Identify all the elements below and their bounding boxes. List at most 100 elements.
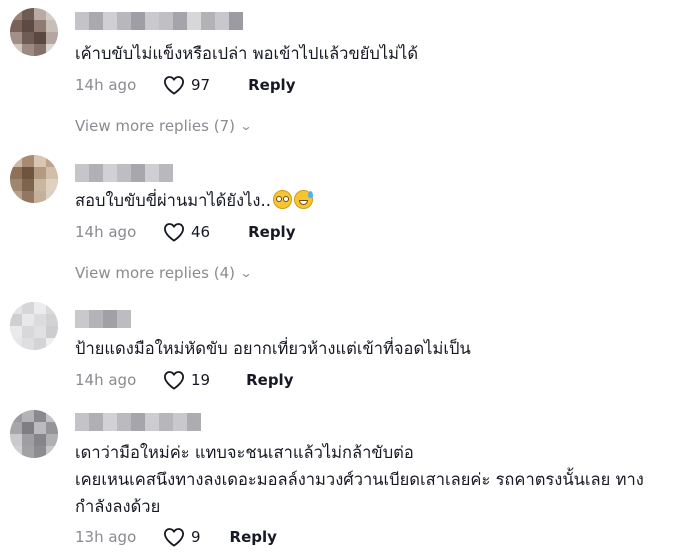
- grinning-sweat-emoji: [293, 190, 313, 209]
- comment-text: ป้ายแดงมือใหม่หัดขับ อยากเที่ยวห้างแต่เข…: [75, 339, 471, 358]
- username-pixel: [145, 12, 159, 30]
- username-pixel: [229, 12, 243, 30]
- username-pixel: [117, 413, 131, 431]
- avatar-pixel: [10, 32, 22, 44]
- avatar-pixel: [22, 32, 34, 44]
- avatar-pixel: [22, 179, 34, 191]
- like-button[interactable]: 9: [163, 527, 201, 547]
- comment-time: 14h ago: [75, 371, 137, 389]
- reply-button[interactable]: Reply: [248, 223, 295, 241]
- chevron-down-icon: ⌄: [239, 119, 253, 133]
- like-button[interactable]: 97: [163, 75, 210, 95]
- avatar-pixel: [10, 326, 22, 338]
- comment-text-line: กำลังลงด้วย: [75, 497, 161, 516]
- avatar-pixel: [46, 8, 58, 20]
- avatar-pixel: [22, 167, 34, 179]
- username-pixel: [159, 413, 173, 431]
- avatar-pixel: [10, 20, 22, 32]
- avatar-pixel: [34, 446, 46, 458]
- avatar-pixel: [46, 314, 58, 326]
- username-blurred[interactable]: [75, 164, 173, 182]
- avatar-pixel: [22, 155, 34, 167]
- comment-text: สอบใบขับขี่ผ่านมาได้ยังไง..: [75, 187, 313, 214]
- avatar-mosaic: [10, 302, 58, 350]
- username-pixel: [215, 12, 229, 30]
- avatar-mosaic: [10, 155, 58, 203]
- reply-button[interactable]: Reply: [230, 528, 277, 546]
- username-pixel: [75, 164, 89, 182]
- like-button[interactable]: 46: [163, 222, 210, 242]
- avatar-pixel: [10, 338, 22, 350]
- avatar-pixel: [10, 434, 22, 446]
- avatar-pixel: [46, 434, 58, 446]
- username-pixel: [173, 413, 187, 431]
- avatar-pixel: [46, 44, 58, 56]
- avatar-pixel: [34, 179, 46, 191]
- username-pixel: [159, 12, 173, 30]
- avatar-pixel: [34, 410, 46, 422]
- avatar-mosaic: [10, 8, 58, 56]
- username-pixel: [159, 164, 173, 182]
- avatar-pixel: [34, 8, 46, 20]
- comment-meta: 14h ago 46 Reply: [75, 221, 295, 243]
- avatar-pixel: [22, 44, 34, 56]
- comment-meta: 13h ago 9 Reply: [75, 526, 277, 548]
- reply-button[interactable]: Reply: [248, 76, 295, 94]
- avatar-pixel: [10, 8, 22, 20]
- username-pixel: [117, 164, 131, 182]
- avatar-pixel: [34, 167, 46, 179]
- avatar-pixel: [46, 302, 58, 314]
- comment-meta: 14h ago 19 Reply: [75, 369, 293, 391]
- username-blurred[interactable]: [75, 310, 131, 328]
- username-blurred[interactable]: [75, 413, 201, 431]
- avatar-pixel: [46, 338, 58, 350]
- avatar-pixel: [46, 20, 58, 32]
- avatar-pixel: [46, 167, 58, 179]
- avatar[interactable]: [10, 155, 58, 203]
- view-more-replies[interactable]: View more replies (4) ⌄: [75, 264, 253, 282]
- avatar[interactable]: [10, 8, 58, 56]
- avatar-pixel: [46, 422, 58, 434]
- username-pixel: [103, 310, 117, 328]
- like-count: 97: [191, 76, 211, 94]
- avatar-pixel: [22, 446, 34, 458]
- username-pixel: [103, 12, 117, 30]
- username-pixel: [131, 164, 145, 182]
- username-pixel: [117, 310, 131, 328]
- comment-time: 14h ago: [75, 76, 137, 94]
- avatar-pixel: [22, 314, 34, 326]
- avatar-pixel: [46, 32, 58, 44]
- avatar-pixel: [10, 191, 22, 203]
- avatar[interactable]: [10, 410, 58, 458]
- avatar-pixel: [46, 326, 58, 338]
- heart-icon: [164, 371, 184, 390]
- like-count: 9: [191, 528, 201, 546]
- avatar[interactable]: [10, 302, 58, 350]
- username-pixel: [89, 310, 103, 328]
- comment-text: เค้าบขับไม่แข็งหรือเปล่า พอเข้าไปแล้วขยั…: [75, 44, 419, 63]
- username-pixel: [173, 12, 187, 30]
- avatar-pixel: [34, 191, 46, 203]
- username-blurred[interactable]: [75, 12, 243, 30]
- reply-button[interactable]: Reply: [246, 371, 293, 389]
- comment-text-line: เคยเหนเคสนึงทางลงเดอะมอลล์งามวงศ์วานเบีย…: [75, 470, 644, 489]
- avatar-pixel: [22, 20, 34, 32]
- comment-time: 14h ago: [75, 223, 137, 241]
- view-more-label: View more replies (7): [75, 117, 235, 135]
- avatar-pixel: [22, 326, 34, 338]
- flushed-face-emoji: [272, 190, 292, 209]
- avatar-pixel: [10, 302, 22, 314]
- avatar-pixel: [10, 422, 22, 434]
- like-count: 19: [191, 371, 211, 389]
- username-pixel: [145, 413, 159, 431]
- avatar-pixel: [22, 338, 34, 350]
- avatar-pixel: [46, 179, 58, 191]
- comment-meta: 14h ago 97 Reply: [75, 74, 295, 96]
- view-more-replies[interactable]: View more replies (7) ⌄: [75, 117, 253, 135]
- username-pixel: [117, 12, 131, 30]
- avatar-pixel: [34, 326, 46, 338]
- like-button[interactable]: 19: [163, 370, 210, 390]
- avatar-pixel: [22, 410, 34, 422]
- avatar-pixel: [22, 8, 34, 20]
- avatar-pixel: [10, 179, 22, 191]
